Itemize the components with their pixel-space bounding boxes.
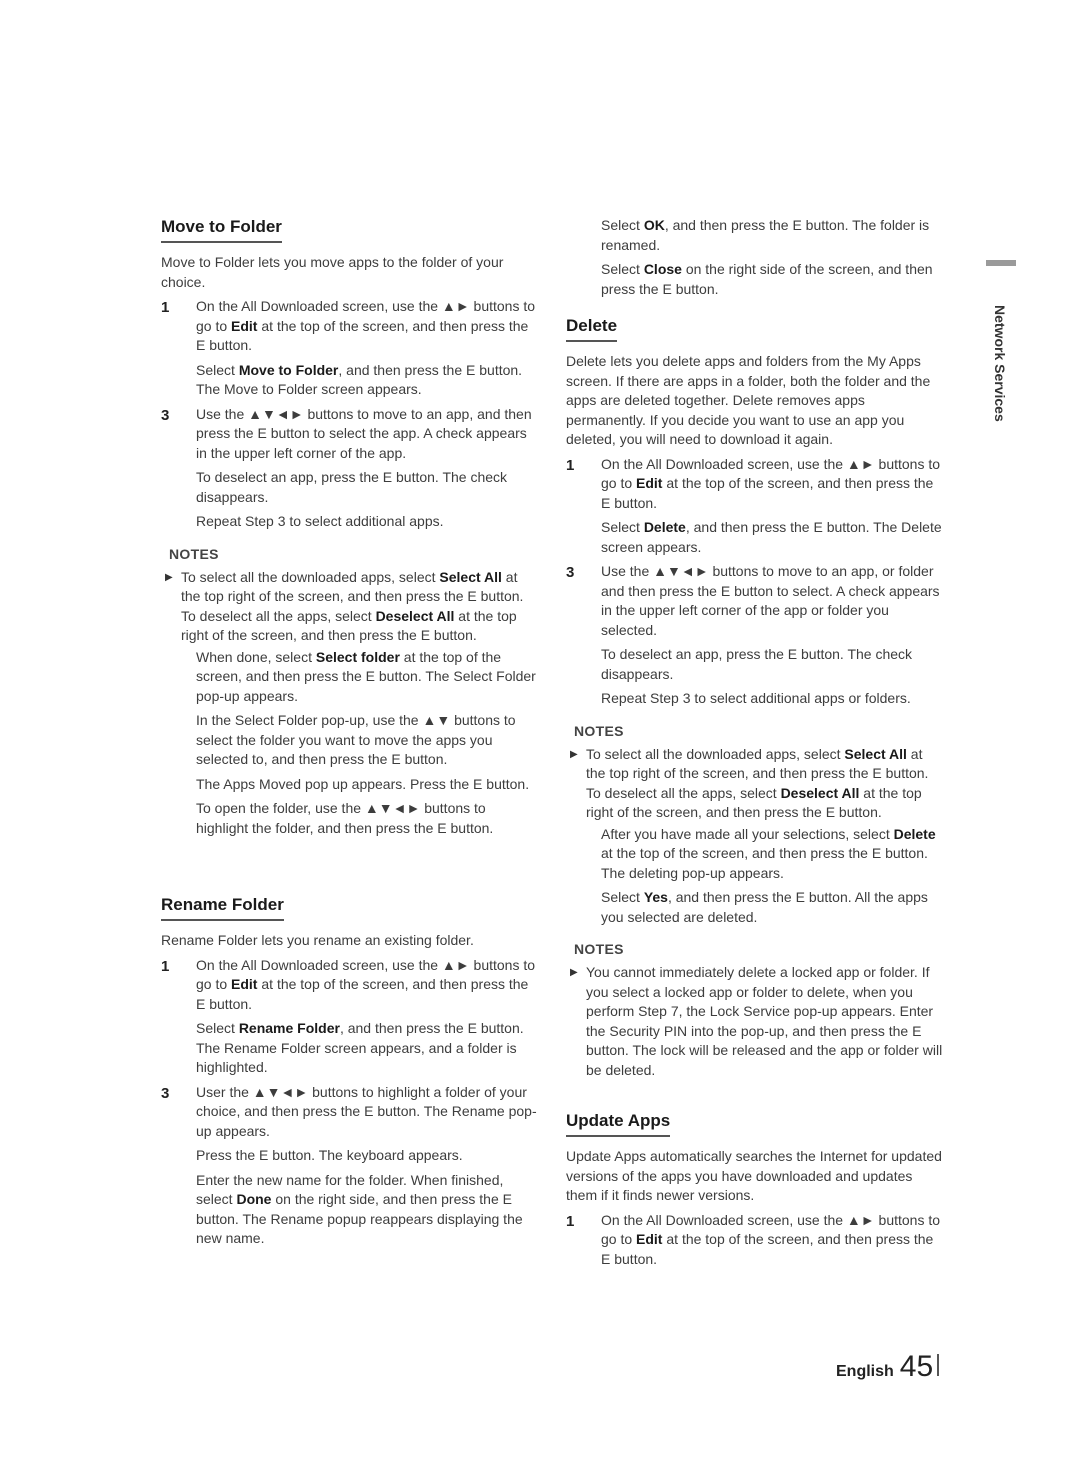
step-text: Use the ▲▼◄► buttons to move to an app, … xyxy=(196,405,532,461)
step-3: 3 Use the ▲▼◄► buttons to move to an app… xyxy=(161,405,539,464)
step-text: Use the ▲▼◄► buttons to move to an app, … xyxy=(601,563,940,638)
step-bold: Edit xyxy=(636,475,663,491)
intro-text: Rename Folder lets you rename an existin… xyxy=(161,932,474,948)
step-1: 1 On the All Downloaded screen, use the … xyxy=(161,956,539,1015)
step-number: 1 xyxy=(161,299,170,316)
note-bold: Select All xyxy=(844,745,907,762)
step-3: 3 Use the ▲▼◄► buttons to move to an app… xyxy=(566,562,944,640)
triangle-bullet-icon: ▶ xyxy=(165,571,173,583)
note-item: ▶ To select all the downloaded apps, sel… xyxy=(566,745,944,823)
step-number: 3 xyxy=(161,1084,170,1102)
step-text: User the ▲▼◄► buttons to highlight a fol… xyxy=(196,1083,537,1139)
step-4: Press the E button. The keyboard appears… xyxy=(196,1147,463,1163)
step-4: To deselect an app, press the E button. … xyxy=(196,469,508,505)
note-bold: Select folder xyxy=(315,648,400,665)
step-number: 1 xyxy=(161,957,170,975)
step-bold: Edit xyxy=(231,976,258,992)
page-number: 45 xyxy=(899,1350,934,1383)
step-2: Select Delete, and then press the E butt… xyxy=(566,518,944,557)
step-5: Enter the new name for the folder. When … xyxy=(161,1171,539,1249)
note-sub-4: To open the folder, use the ▲▼◄► buttons… xyxy=(196,800,494,836)
section-delete: Delete Delete lets you delete apps and f… xyxy=(566,316,944,1080)
step-bold: Edit xyxy=(636,1231,663,1247)
step-bold: Edit xyxy=(231,317,258,334)
step-text: Select xyxy=(601,519,644,535)
page-number-divider xyxy=(937,1354,940,1376)
note-bold: Select All xyxy=(439,568,502,585)
step-4: To deselect an app, press the E button. … xyxy=(601,646,913,682)
step-bold: Move to Folder xyxy=(238,361,339,378)
step-1: 1 On the All Downloaded screen, use the … xyxy=(566,455,944,514)
note-text: To select all the downloaded apps, selec… xyxy=(586,745,845,762)
step-bold: Rename Folder xyxy=(238,1020,340,1036)
section-rename-folder: Rename Folder Rename Folder lets you ren… xyxy=(161,895,539,1249)
heading-update-apps: Update Apps xyxy=(566,1111,671,1137)
intro-text: Update Apps automatically searches the I… xyxy=(566,1148,942,1203)
note-text: You cannot immediately delete a locked a… xyxy=(586,964,943,1078)
triangle-bullet-icon: ▶ xyxy=(570,967,578,978)
triangle-bullet-icon: ▶ xyxy=(570,748,578,760)
page-footer: English 45 xyxy=(836,1350,940,1384)
side-tab-label: Network Services xyxy=(992,305,1008,422)
note-text: To select all the downloaded apps, selec… xyxy=(181,568,440,585)
step-bold: Delete xyxy=(643,519,686,535)
step-text: Select xyxy=(196,1020,239,1036)
step-bold: OK xyxy=(643,217,665,233)
step-bold: Done xyxy=(236,1191,272,1207)
step-number: 1 xyxy=(566,456,575,474)
step-bold: Close xyxy=(643,261,682,277)
note-text: When done, select xyxy=(196,648,316,665)
note-text: Select xyxy=(601,889,644,905)
heading-rename-folder: Rename Folder xyxy=(161,895,284,921)
heading-delete: Delete xyxy=(566,316,618,342)
intro-text: Delete lets you delete apps and folders … xyxy=(566,353,931,447)
heading-move-to-folder: Move to Folder xyxy=(161,217,282,243)
notes-heading: NOTES xyxy=(574,722,624,739)
step-5: Repeat Step 3 to select additional apps. xyxy=(196,513,444,529)
note-sub-1: When done, select Select folder at the t… xyxy=(161,648,539,707)
step-number: 3 xyxy=(566,564,575,581)
note-bold: Delete xyxy=(893,825,936,842)
footer-language: English xyxy=(836,1363,894,1380)
note-sub-2: In the Select Folder pop-up, use the ▲▼ … xyxy=(196,712,516,767)
side-tab-marker xyxy=(986,260,1016,266)
step-2: Select Rename Folder, and then press the… xyxy=(161,1019,539,1078)
section-rename-continued: Select OK, and then press the E button. … xyxy=(566,216,944,299)
note-sub-1: After you have made all your selections,… xyxy=(566,825,944,884)
note-sub-3: The Apps Moved pop up appears. Press the… xyxy=(196,775,530,792)
intro-text: Move to Folder lets you move apps to the… xyxy=(161,254,504,290)
step-text: Select xyxy=(196,361,239,378)
note-item: ▶ You cannot immediately delete a locked… xyxy=(566,963,944,1080)
step-text: Select xyxy=(601,261,644,277)
section-move-to-folder: Move to Folder Move to Folder lets you m… xyxy=(161,217,539,838)
step-3: 3 User the ▲▼◄► buttons to highlight a f… xyxy=(161,1083,539,1142)
note-text: at the top of the screen, and then press… xyxy=(601,845,928,881)
notes-heading: NOTES xyxy=(169,545,219,562)
notes-heading: NOTES xyxy=(574,941,624,957)
note-sub-2: Select Yes, and then press the E button.… xyxy=(566,888,944,927)
note-bold: Deselect All xyxy=(375,607,455,624)
step-6: Select OK, and then press the E button. … xyxy=(566,216,944,255)
step-number: 1 xyxy=(566,1212,575,1230)
step-text: Select xyxy=(601,217,644,233)
note-item: ▶ To select all the downloaded apps, sel… xyxy=(161,568,539,646)
step-number: 3 xyxy=(161,406,170,424)
step-1: 1 On the All Downloaded screen, use the … xyxy=(161,297,539,356)
step-1: 1 On the All Downloaded screen, use the … xyxy=(566,1211,944,1270)
note-bold: Deselect All xyxy=(780,784,860,801)
step-2: Select Move to Folder, and then press th… xyxy=(161,361,539,400)
step-7: Select Close on the right side of the sc… xyxy=(566,260,944,299)
note-text: After you have made all your selections,… xyxy=(601,825,894,842)
step-5: Repeat Step 3 to select additional apps … xyxy=(601,690,911,706)
section-update-apps: Update Apps Update Apps automatically se… xyxy=(566,1111,944,1269)
note-bold: Yes xyxy=(643,889,668,905)
